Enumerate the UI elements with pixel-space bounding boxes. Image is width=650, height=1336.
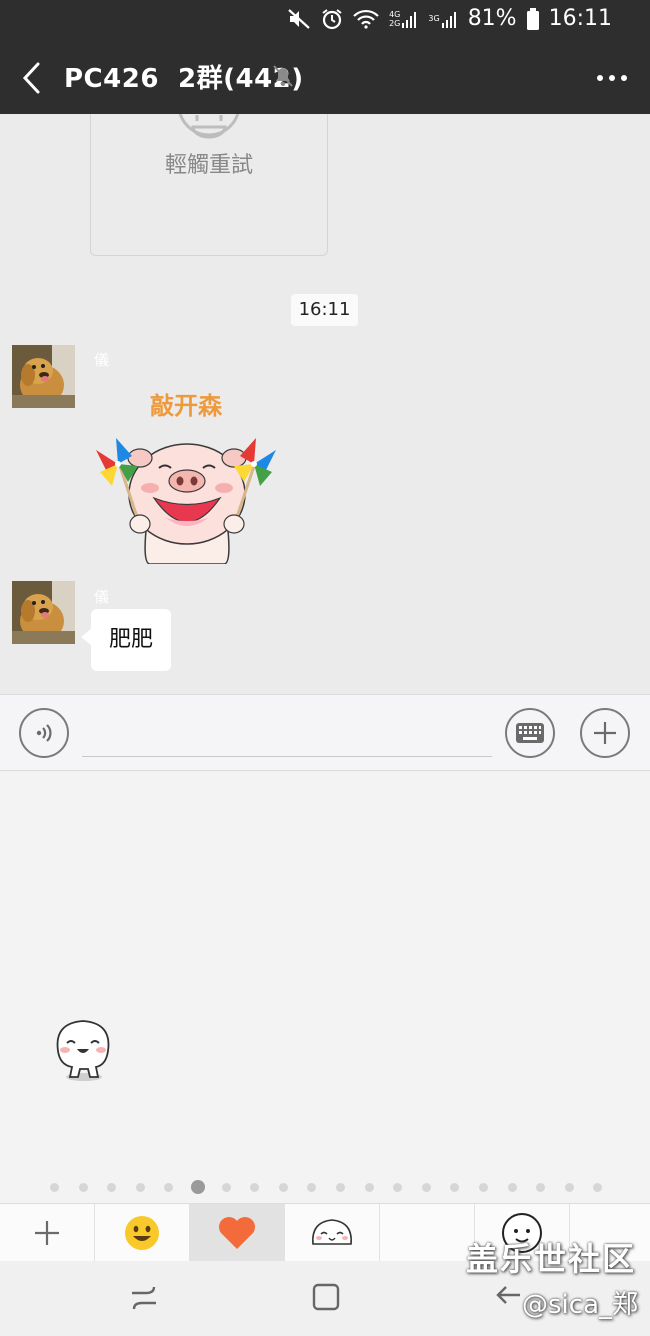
page-dot[interactable]: [564, 1183, 574, 1192]
mochi-sticker[interactable]: [50, 1017, 116, 1083]
mute-bell-icon: [272, 64, 294, 92]
more-functions-button[interactable]: [580, 708, 630, 758]
home-button[interactable]: [310, 1281, 342, 1317]
tab-mochi-pack[interactable]: [285, 1204, 380, 1262]
retry-label: 輕觸重試: [164, 153, 253, 178]
watermark-title: 盖乐世社区: [465, 1240, 636, 1278]
page-dot[interactable]: [536, 1183, 546, 1192]
page-dot[interactable]: [364, 1183, 374, 1192]
message-input[interactable]: [82, 711, 492, 757]
retry-card[interactable]: 輕觸重試: [90, 114, 328, 256]
page-dot[interactable]: [507, 1183, 517, 1192]
recent-apps-icon: [132, 1286, 156, 1310]
tab-add[interactable]: [0, 1204, 95, 1262]
chat-title: PC426 2群(442): [64, 64, 304, 94]
keyboard-icon: [516, 723, 544, 743]
dog-avatar-image: [12, 581, 75, 644]
signal-4g-icon: 4G 2G: [389, 10, 418, 28]
keyboard-button[interactable]: [505, 708, 555, 758]
nav-back-icon: [496, 1286, 520, 1304]
battery-icon: [526, 7, 539, 30]
smiley-emoji-icon: [125, 1216, 159, 1250]
battery-percent: 81%: [467, 6, 517, 31]
page-dot[interactable]: [190, 1180, 205, 1194]
page-dot[interactable]: [250, 1183, 260, 1192]
mute-icon: [287, 8, 311, 30]
voice-icon: [36, 724, 52, 742]
page-dot[interactable]: [164, 1183, 174, 1192]
more-button[interactable]: [592, 66, 632, 90]
nav-back-button[interactable]: [494, 1281, 524, 1317]
page-dot[interactable]: [336, 1183, 345, 1192]
heart-icon: [219, 1217, 255, 1249]
page-dot[interactable]: [107, 1183, 117, 1192]
alarm-icon: [321, 8, 343, 30]
voice-button[interactable]: [19, 708, 69, 758]
page-dot[interactable]: [307, 1183, 317, 1192]
input-bar: [0, 694, 650, 771]
status-time: 16:11: [548, 6, 612, 31]
page-dot[interactable]: [393, 1183, 403, 1192]
more-dots-icon: [597, 75, 627, 81]
signal-3g-icon: 3G: [428, 10, 457, 28]
page-dot[interactable]: [593, 1183, 603, 1192]
back-button[interactable]: [18, 58, 48, 98]
page-indicator: [0, 1180, 650, 1194]
status-bar: 4G 2G 3G 81% 16:11: [0, 0, 650, 40]
avatar[interactable]: [12, 581, 75, 644]
pig-pinwheel-sticker[interactable]: [92, 426, 282, 564]
page-dot[interactable]: [50, 1183, 59, 1192]
page-dot[interactable]: [479, 1183, 488, 1192]
recent-apps-button[interactable]: [128, 1281, 160, 1317]
add-icon: [35, 1221, 59, 1245]
page-dot[interactable]: [278, 1183, 288, 1192]
tab-favorites[interactable]: [190, 1204, 285, 1262]
plus-icon: [594, 722, 616, 744]
page-dot[interactable]: [78, 1183, 88, 1192]
watermark-handle: @sica_郑: [522, 1290, 638, 1320]
tab-emoji[interactable]: [95, 1204, 190, 1262]
emoji-panel: [0, 771, 650, 1203]
avatar[interactable]: [12, 345, 75, 408]
page-dot[interactable]: [221, 1183, 231, 1192]
mochi-sticker-icon: [312, 1219, 352, 1245]
back-arrow-icon: [22, 62, 40, 94]
home-icon: [312, 1283, 340, 1311]
title-bar: PC426 2群(442): [0, 40, 650, 114]
failed-image-face-icon: [178, 114, 240, 139]
message-bubble[interactable]: 肥肥: [80, 609, 172, 671]
sender-name: 儀: [94, 351, 110, 369]
tab-blank[interactable]: [380, 1204, 475, 1262]
wifi-icon: [353, 9, 379, 29]
dog-avatar-image: [12, 345, 75, 408]
page-dot[interactable]: [450, 1183, 460, 1192]
chat-message-list[interactable]: 輕觸重試 16:11 儀 敲开森 儀 肥肥: [0, 114, 650, 694]
sender-name: 儀: [94, 588, 110, 606]
page-dot[interactable]: [135, 1183, 145, 1192]
page-dot[interactable]: [421, 1183, 431, 1192]
timestamp: 16:11: [291, 294, 358, 326]
sticker-caption: 敲开森: [150, 392, 222, 420]
